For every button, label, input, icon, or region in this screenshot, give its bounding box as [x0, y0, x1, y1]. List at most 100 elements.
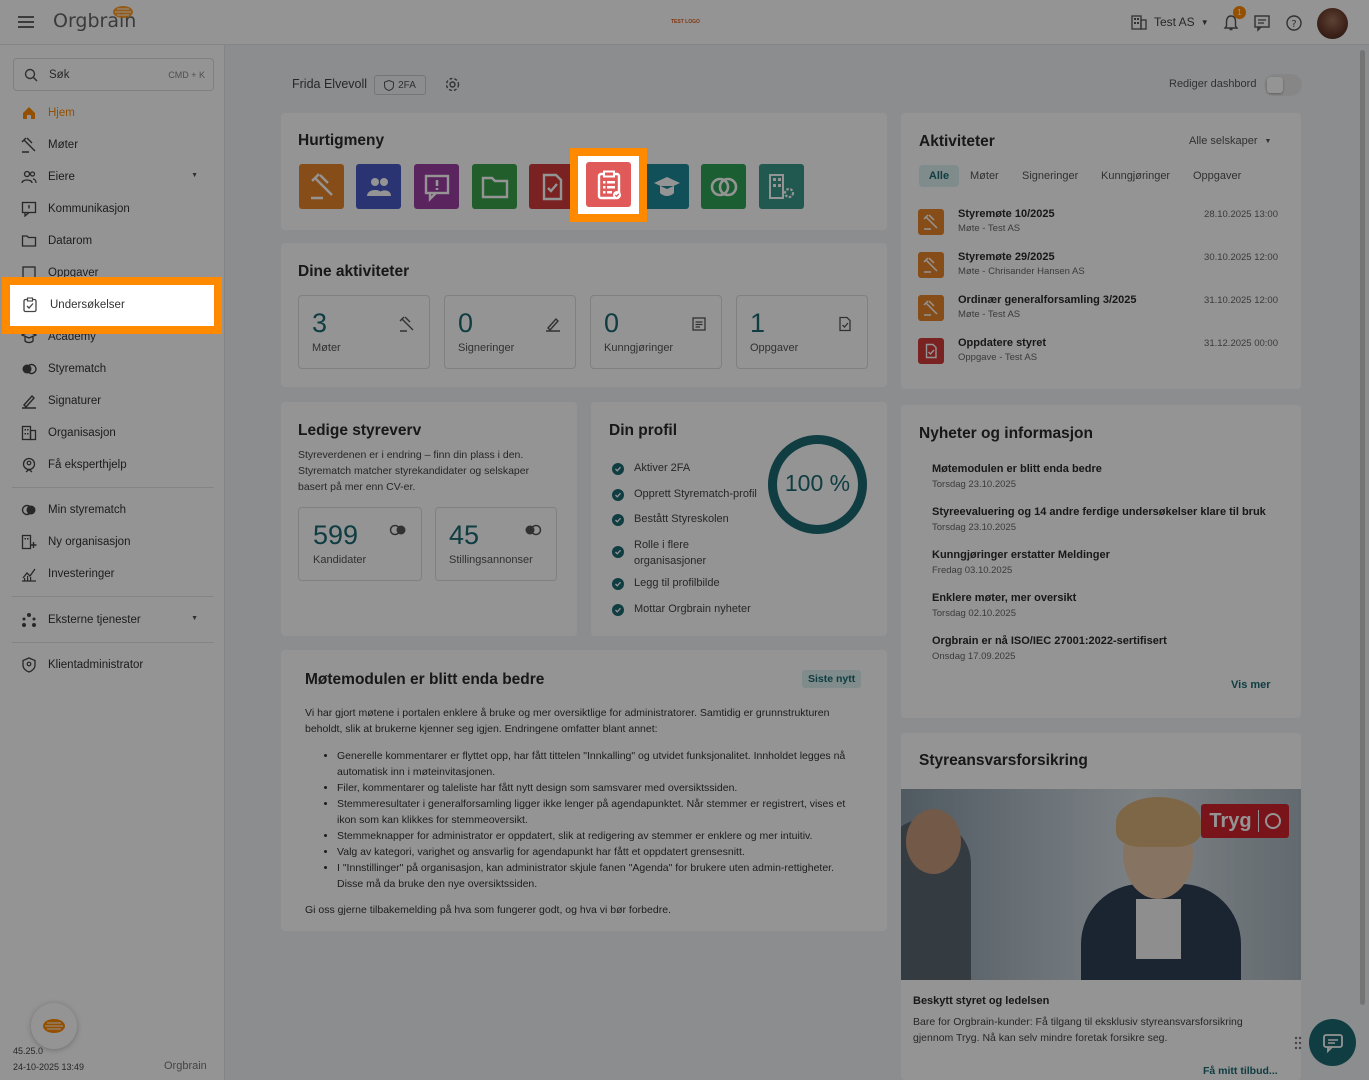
- activity-row[interactable]: Ordinær generalforsamling 3/2025 Møte - …: [918, 293, 1278, 333]
- sidebar-item-label: Signaturer: [48, 395, 102, 407]
- sidebar-item-label: Eksterne tjenester: [48, 614, 141, 626]
- sidebar-item-client-admin[interactable]: Klientadministrator: [12, 651, 212, 679]
- quick-styrematch-button[interactable]: [701, 164, 746, 209]
- quick-meetings-button[interactable]: [299, 164, 344, 209]
- sidebar-item-label: Datarom: [48, 235, 93, 247]
- sidebar-item-label: Investeringer: [48, 568, 115, 580]
- sidebar-item-new-organisation[interactable]: Ny organisasjon: [12, 528, 212, 556]
- sidebar-item-styrematch[interactable]: Styrematch: [12, 355, 212, 383]
- task-icon: [839, 316, 851, 332]
- quick-organisation-button[interactable]: [759, 164, 804, 209]
- quick-owners-button[interactable]: [356, 164, 401, 209]
- profile-progress-ring: 100 %: [766, 433, 869, 536]
- chat-support-button[interactable]: [1309, 1019, 1356, 1066]
- sidebar-item-organisation[interactable]: Organisasjon: [12, 419, 212, 447]
- drag-handle-icon[interactable]: [1294, 1036, 1302, 1050]
- orgbrain-fab[interactable]: [31, 1003, 77, 1049]
- sidebar-item-dataroom[interactable]: Datarom: [12, 227, 212, 255]
- stat-tasks[interactable]: 1 Oppgaver: [736, 295, 868, 369]
- news-item[interactable]: Orgbrain er nå ISO/IEC 27001:2022-sertif…: [932, 635, 1272, 662]
- search-input[interactable]: Søk CMD + K: [13, 58, 214, 91]
- activity-row[interactable]: Oppdatere styret Oppgave - Test AS 31.12…: [918, 336, 1278, 376]
- quick-tasks-button[interactable]: [529, 164, 574, 209]
- sidebar-item-owners[interactable]: Eiere ▼: [12, 163, 212, 191]
- sidebar-item-home[interactable]: Hjem: [12, 99, 212, 127]
- tab-all[interactable]: Alle: [919, 165, 959, 187]
- new-building-icon: [20, 533, 38, 551]
- gavel-icon: [399, 316, 414, 332]
- profile-item: Mottar Orgbrain nyheter: [612, 603, 751, 616]
- quick-communication-button[interactable]: [414, 164, 459, 209]
- sidebar-divider: [12, 487, 214, 488]
- search-icon: [24, 68, 38, 82]
- 2fa-badge: 2FA: [374, 75, 426, 95]
- sidebar-item-signatures[interactable]: Signaturer: [12, 387, 212, 415]
- activity-subtitle: Oppgave - Test AS: [958, 352, 1038, 363]
- show-more-link[interactable]: Vis mer: [1231, 679, 1271, 691]
- sidebar-item-surveys[interactable]: Undersøkelser: [2, 277, 222, 334]
- scrollbar[interactable]: [1360, 50, 1365, 1005]
- get-offer-link[interactable]: Få mitt tilbud...: [1203, 1065, 1278, 1077]
- svg-text:?: ?: [1291, 19, 1296, 30]
- sidebar-item-expert-help[interactable]: Få eksperthjelp: [12, 451, 212, 479]
- chevron-down-icon: ▼: [1264, 137, 1272, 145]
- activity-row[interactable]: Styremøte 10/2025 Møte - Test AS 28.10.2…: [918, 207, 1278, 247]
- stat-value: 599: [313, 520, 359, 550]
- insurance-text: Bare for Orgbrain-kunder: Få tilgang til…: [913, 1016, 1243, 1044]
- academy-icon: [653, 176, 680, 196]
- sidebar-item-label: Hjem: [48, 107, 75, 119]
- quick-dataroom-button[interactable]: [472, 164, 517, 209]
- company-filter[interactable]: Alle selskaper ▼: [1189, 135, 1271, 147]
- quick-surveys-button[interactable]: [570, 148, 647, 222]
- profile-percent: 100 %: [784, 470, 851, 496]
- activity-row[interactable]: Styremøte 29/2025 Møte - Chrisander Hans…: [918, 250, 1278, 290]
- stat-meetings[interactable]: 3 Møter: [298, 295, 430, 369]
- tab-signatures[interactable]: Signeringer: [1022, 170, 1078, 182]
- news-item[interactable]: Enklere møter, mer oversikt Torsdag 02.10…: [932, 592, 1272, 619]
- signature-icon: [20, 392, 38, 410]
- activity-title: Ordinær generalforsamling 3/2025: [958, 294, 1137, 306]
- edit-dashboard-toggle[interactable]: [1264, 74, 1302, 96]
- article-title: Møtemodulen er blitt enda bedre: [305, 671, 545, 688]
- stat-signatures[interactable]: 0 Signeringer: [444, 295, 576, 369]
- tab-meetings[interactable]: Møter: [970, 170, 999, 182]
- menu-icon[interactable]: [18, 14, 36, 30]
- sidebar-item-label: Møter: [48, 139, 79, 151]
- help-icon[interactable]: ?: [1285, 14, 1303, 32]
- activity-date: 28.10.2025 13:00: [1204, 209, 1278, 220]
- avatar[interactable]: [1317, 8, 1348, 39]
- sidebar-item-meetings[interactable]: Møter: [12, 131, 212, 159]
- expert-icon: [20, 456, 38, 474]
- tryg-logo: Tryg: [1201, 804, 1289, 838]
- sidebar-item-communication[interactable]: Kommunikasjon: [12, 195, 212, 223]
- insurance-image: Tryg: [901, 789, 1301, 980]
- stat-job-ads[interactable]: 45 Stillingsannonser: [435, 507, 557, 581]
- timestamp-label: 24-10-2025 13:49: [13, 1062, 85, 1072]
- sidebar-item-label: Undersøkelser: [50, 299, 125, 311]
- company-switcher[interactable]: Test AS ▼: [1131, 14, 1209, 30]
- sidebar-item-external-services[interactable]: Eksterne tjenester ▼: [12, 606, 212, 634]
- chat-icon[interactable]: [1253, 14, 1271, 32]
- signature-icon: [546, 317, 560, 332]
- article-bullet: Stemmeknapper for administrator er oppda…: [337, 828, 852, 844]
- stat-label: Signeringer: [458, 342, 515, 354]
- quick-academy-button[interactable]: [644, 164, 689, 209]
- profile-item: Bestått Styreskolen: [612, 513, 729, 526]
- activity-title: Styremøte 29/2025: [958, 251, 1055, 263]
- stat-label: Kunngjøringer: [604, 342, 674, 354]
- news-item[interactable]: Møtemodulen er blitt enda bedre Torsdag 2…: [932, 463, 1272, 490]
- match-icon: [389, 524, 406, 536]
- news-item[interactable]: Styreevaluering og 14 andre ferdige unde…: [932, 506, 1272, 533]
- sidebar-item-my-styrematch[interactable]: Min styrematch: [12, 496, 212, 524]
- tab-announcements[interactable]: Kunngjøringer: [1101, 170, 1170, 182]
- settings-icon[interactable]: [444, 76, 461, 93]
- user-name: Frida Elvevoll: [292, 77, 368, 91]
- stat-announcements[interactable]: 0 Kunngjøringer: [590, 295, 722, 369]
- sidebar-item-label: Organisasjon: [48, 427, 116, 439]
- match-icon: [710, 177, 737, 196]
- tab-tasks[interactable]: Oppgaver: [1193, 170, 1241, 182]
- news-item[interactable]: Kunngjøringer erstatter Meldinger Fredag …: [932, 549, 1272, 576]
- sidebar-item-investments[interactable]: Investeringer: [12, 560, 212, 588]
- stat-label: Kandidater: [313, 554, 367, 566]
- stat-candidates[interactable]: 599 Kandidater: [298, 507, 422, 581]
